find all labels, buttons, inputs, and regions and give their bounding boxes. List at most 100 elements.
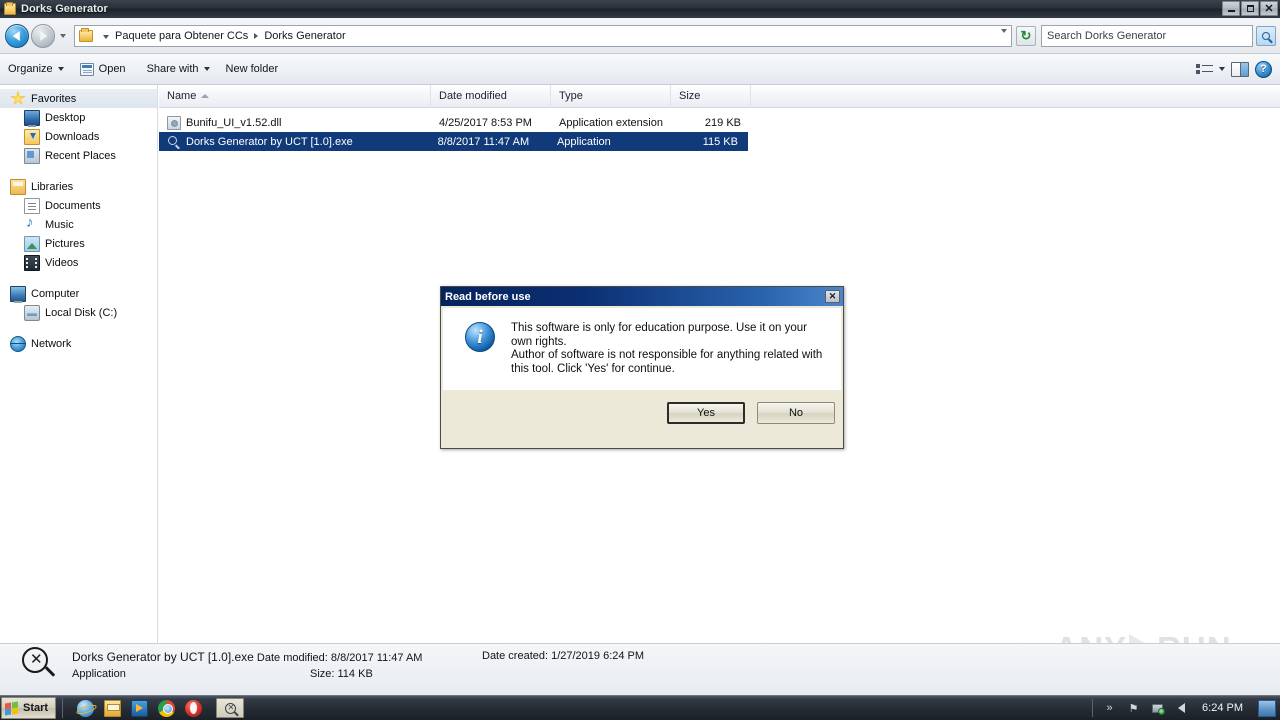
breadcrumb[interactable]: Paquete para Obtener CCs Dorks Generator bbox=[74, 24, 1012, 47]
maximize-restore-button[interactable] bbox=[1241, 1, 1259, 16]
sidebar-item-network[interactable]: Network bbox=[0, 334, 157, 353]
window-controls: ✕ bbox=[1222, 1, 1278, 16]
column-header-type[interactable]: Type bbox=[551, 84, 671, 108]
pictures-icon bbox=[24, 235, 40, 252]
desktop-icon bbox=[24, 109, 40, 127]
column-label: Size bbox=[679, 90, 701, 102]
chevron-down-icon[interactable] bbox=[103, 34, 109, 39]
status-file-size: Size: 114 KB bbox=[310, 668, 373, 680]
volume-icon[interactable] bbox=[1174, 701, 1189, 716]
sidebar-label: Network bbox=[31, 337, 72, 350]
organize-label: Organize bbox=[8, 63, 53, 75]
column-headers: Name Date modified Type Size bbox=[159, 84, 1280, 108]
preview-pane-icon[interactable] bbox=[1231, 61, 1249, 77]
organize-button[interactable]: Organize bbox=[0, 58, 72, 80]
file-name: Dorks Generator by UCT [1.0].exe bbox=[186, 135, 353, 148]
no-button[interactable]: No bbox=[757, 402, 835, 424]
yes-button[interactable]: Yes bbox=[667, 402, 745, 424]
sidebar-label: Music bbox=[45, 218, 74, 231]
windows-flag-icon bbox=[5, 700, 19, 715]
show-hidden-icons-icon[interactable]: » bbox=[1102, 701, 1117, 716]
share-with-label: Share with bbox=[146, 63, 199, 75]
sidebar-item-local-disk[interactable]: Local Disk (C:) bbox=[0, 303, 157, 322]
file-type: Application extension bbox=[559, 116, 663, 129]
new-folder-label: New folder bbox=[225, 63, 279, 75]
dialog-close-button[interactable]: ✕ bbox=[825, 290, 840, 303]
open-button[interactable]: Open bbox=[72, 58, 139, 80]
file-name: Bunifu_UI_v1.52.dll bbox=[186, 116, 282, 129]
column-header-name[interactable]: Name bbox=[159, 84, 431, 108]
chevron-down-icon bbox=[203, 67, 210, 71]
column-header-date-modified[interactable]: Date modified bbox=[431, 84, 551, 108]
status-file-name: Dorks Generator by UCT [1.0].exe bbox=[72, 650, 254, 664]
column-label: Name bbox=[167, 90, 197, 102]
breadcrumb-folder-icon bbox=[79, 27, 93, 42]
address-dropdown-icon[interactable] bbox=[1001, 28, 1007, 45]
dialog-footer: Yes No bbox=[443, 390, 841, 446]
file-date-modified: 4/25/2017 8:53 PM bbox=[439, 116, 532, 129]
column-header-size[interactable]: Size bbox=[671, 84, 751, 108]
table-row[interactable]: Dorks Generator by UCT [1.0].exe 8/8/201… bbox=[159, 132, 748, 151]
file-date-modified: 8/8/2017 11:47 AM bbox=[437, 135, 530, 148]
command-bar: Organize Open Share with New folder ? bbox=[0, 54, 1280, 85]
chrome-icon[interactable] bbox=[158, 699, 176, 717]
explorer-window: Dorks Generator ✕ Paquete para Obtener C… bbox=[0, 0, 1280, 720]
chevron-right-icon[interactable] bbox=[254, 32, 259, 39]
column-label: Date modified bbox=[439, 90, 507, 102]
sidebar-label: Desktop bbox=[45, 111, 86, 124]
change-view-icon[interactable] bbox=[1196, 63, 1213, 76]
folder-icon bbox=[4, 2, 16, 15]
local-disk-icon bbox=[24, 304, 40, 321]
sort-ascending-icon bbox=[201, 94, 210, 98]
music-icon bbox=[24, 214, 40, 233]
table-row[interactable]: Bunifu_UI_v1.52.dll 4/25/2017 8:53 PM Ap… bbox=[159, 113, 1280, 132]
dialog-message: This software is only for education purp… bbox=[511, 322, 831, 392]
back-button[interactable] bbox=[5, 23, 29, 48]
windows-explorer-icon[interactable] bbox=[104, 699, 122, 717]
clock[interactable]: 6:24 PM bbox=[1198, 702, 1247, 714]
minimize-button[interactable] bbox=[1222, 1, 1240, 16]
breadcrumb-item-1[interactable]: Dorks Generator bbox=[264, 30, 345, 42]
sidebar-item-libraries[interactable]: Libraries bbox=[0, 177, 157, 196]
magnifier-app-icon bbox=[167, 135, 181, 149]
view-dropdown-icon[interactable] bbox=[1219, 67, 1225, 71]
sidebar-item-computer[interactable]: Computer bbox=[0, 284, 157, 303]
share-with-button[interactable]: Share with bbox=[139, 58, 218, 80]
column-label: Type bbox=[559, 90, 583, 102]
sidebar-divider bbox=[0, 322, 157, 334]
recent-places-icon bbox=[24, 147, 40, 164]
file-size: 115 KB bbox=[702, 135, 738, 148]
breadcrumb-item-0[interactable]: Paquete para Obtener CCs bbox=[115, 30, 248, 42]
close-button[interactable]: ✕ bbox=[1260, 1, 1278, 16]
recent-pages-dropdown[interactable] bbox=[56, 25, 69, 47]
title-bar: Dorks Generator ✕ bbox=[0, 0, 1280, 18]
status-date-created: Date created: 1/27/2019 6:24 PM bbox=[482, 650, 645, 662]
sidebar-item-documents[interactable]: Documents bbox=[0, 196, 157, 215]
start-button[interactable]: Start bbox=[1, 697, 57, 719]
network-tray-icon[interactable] bbox=[1150, 701, 1166, 716]
help-icon[interactable]: ? bbox=[1255, 60, 1272, 78]
sidebar-item-music[interactable]: Music bbox=[0, 214, 157, 234]
refresh-button[interactable]: ↻ bbox=[1016, 25, 1036, 46]
sidebar-item-recent-places[interactable]: Recent Places bbox=[0, 146, 157, 165]
sidebar-label: Videos bbox=[45, 256, 79, 269]
show-desktop-button[interactable] bbox=[1258, 699, 1276, 717]
new-folder-button[interactable]: New folder bbox=[218, 58, 292, 80]
sidebar-item-downloads[interactable]: Downloads bbox=[0, 127, 157, 146]
media-player-icon[interactable] bbox=[131, 699, 149, 717]
start-label: Start bbox=[23, 702, 49, 714]
sidebar-item-pictures[interactable]: Pictures bbox=[0, 234, 157, 253]
opera-icon[interactable] bbox=[185, 699, 203, 717]
status-date-modified: Date modified: 8/8/2017 11:47 AM bbox=[256, 652, 423, 664]
internet-explorer-icon[interactable] bbox=[77, 699, 95, 717]
sidebar-item-favorites[interactable]: Favorites bbox=[0, 89, 157, 108]
search-button[interactable] bbox=[1256, 25, 1276, 46]
forward-button[interactable] bbox=[31, 23, 55, 48]
sidebar-item-desktop[interactable]: Desktop bbox=[0, 108, 157, 127]
taskbar-task-magnifier-app[interactable]: ✕ bbox=[216, 698, 245, 718]
sidebar-divider bbox=[0, 272, 157, 284]
sidebar-label: Favorites bbox=[31, 92, 77, 105]
action-center-flag-icon[interactable]: ⚑ bbox=[1126, 701, 1141, 716]
sidebar-item-videos[interactable]: Videos bbox=[0, 253, 157, 272]
search-input[interactable]: Search Dorks Generator bbox=[1041, 24, 1253, 47]
